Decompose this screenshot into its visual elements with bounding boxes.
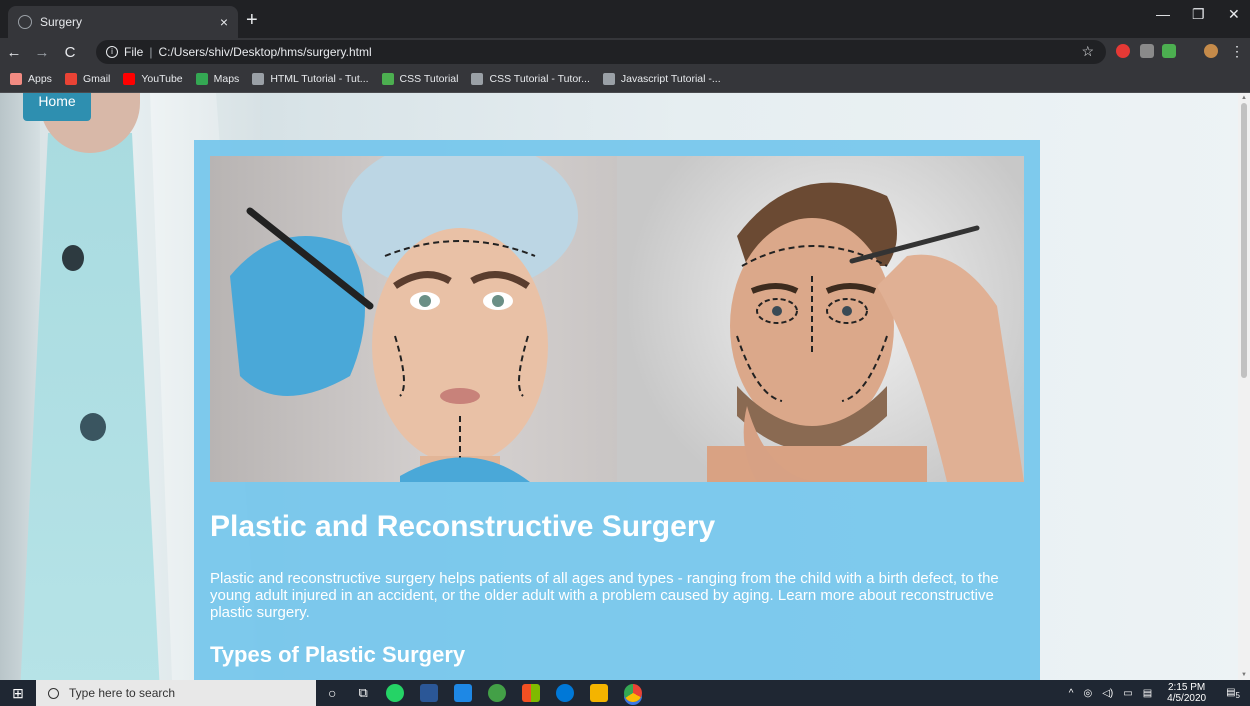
bookmark-item[interactable]: Apps [10, 73, 52, 85]
scrollbar-thumb[interactable] [1241, 103, 1247, 378]
app-icon[interactable] [453, 684, 472, 702]
battery-icon[interactable]: ▭ [1123, 688, 1132, 699]
bookmark-item[interactable]: HTML Tutorial - Tut... [252, 73, 369, 85]
tab-title: Surgery [40, 15, 83, 29]
bookmark-label: Apps [28, 73, 52, 85]
content-card: Plastic and Reconstructive Surgery Plast… [194, 140, 1040, 680]
bookmark-favicon-icon [195, 73, 208, 85]
search-icon [48, 687, 59, 699]
notification-count: 5 [1235, 690, 1240, 700]
store-icon[interactable] [521, 684, 540, 702]
home-link[interactable]: Home [23, 93, 91, 121]
reload-button[interactable]: C [56, 44, 84, 61]
page-viewport: Home Plastic and Reconstructive Surgery … [0, 93, 1250, 680]
extension-icon[interactable] [1140, 44, 1154, 58]
windows-taskbar: ⊞ Type here to search ○ ⧉ ^ ◎ ◁) ▭ ▤ 2:1… [0, 680, 1250, 706]
task-view-icon[interactable]: ⧉ [358, 685, 367, 701]
chrome-icon[interactable] [623, 684, 642, 702]
edge-icon[interactable] [555, 684, 574, 702]
tab-surgery[interactable]: Surgery × [8, 6, 238, 38]
clock[interactable]: 2:15 PM 4/5/2020 [1167, 682, 1206, 704]
intro-paragraph: Plastic and reconstructive surgery helps… [210, 570, 999, 621]
chevron-up-icon[interactable]: ^ [1069, 688, 1074, 699]
hero-photo-woman [210, 156, 617, 482]
bookmark-item[interactable]: Gmail [64, 73, 111, 85]
bookmark-item[interactable]: CSS Tutorial [381, 73, 459, 85]
bookmark-label: YouTube [141, 73, 183, 85]
system-tray: ^ ◎ ◁) ▭ ▤ 2:15 PM 4/5/2020 ▤5 [1064, 680, 1250, 706]
new-tab-button[interactable]: + [246, 8, 258, 32]
browser-tab-strip: Surgery × + — ❐ ✕ [0, 0, 1250, 38]
bookmark-label: HTML Tutorial - Tut... [270, 73, 369, 85]
bookmark-item[interactable]: Maps [195, 73, 240, 85]
maximize-button[interactable]: ❐ [1192, 6, 1205, 23]
hero-photo-man [617, 156, 1024, 482]
dev-app-icon[interactable] [419, 684, 438, 702]
address-separator: | [149, 45, 153, 59]
whatsapp-icon[interactable] [385, 684, 404, 702]
scroll-down-icon[interactable]: ▼ [1241, 672, 1247, 678]
bookmark-label: Maps [213, 73, 240, 85]
search-placeholder: Type here to search [69, 686, 176, 700]
globe-app-icon[interactable] [487, 684, 506, 702]
section-heading: Types of Plastic Surgery [210, 642, 466, 667]
address-url: C:/Users/shiv/Desktop/hms/surgery.html [158, 45, 372, 59]
scroll-up-icon[interactable]: ▲ [1241, 95, 1247, 101]
network-icon[interactable]: ◎ [1083, 688, 1092, 699]
extension-icon[interactable] [1116, 44, 1130, 58]
bookmark-favicon-icon [381, 73, 394, 85]
bookmark-label: Gmail [82, 73, 111, 85]
browser-toolbar: ← → C i File | C:/Users/shiv/Desktop/hms… [0, 38, 1250, 66]
bookmark-star-icon[interactable]: ☆ [1081, 43, 1094, 60]
windows-start-icon[interactable]: ⊞ [0, 685, 36, 702]
keyboard-icon[interactable]: ▤ [1143, 688, 1152, 699]
bookmark-favicon-icon [123, 73, 136, 85]
forward-button[interactable]: → [28, 44, 56, 61]
vertical-scrollbar[interactable]: ▲ ▼ [1238, 93, 1250, 680]
file-explorer-icon[interactable] [589, 684, 608, 702]
bookmark-item[interactable]: Javascript Tutorial -... [602, 73, 721, 85]
hero-image [210, 156, 1024, 482]
bookmark-favicon-icon [252, 73, 265, 85]
menu-kebab-icon[interactable]: ⋮ [1230, 44, 1244, 58]
bookmark-favicon-icon [64, 73, 77, 85]
bookmark-label: Javascript Tutorial -... [620, 73, 721, 85]
bookmark-label: CSS Tutorial - Tutor... [489, 73, 590, 85]
bookmark-item[interactable]: CSS Tutorial - Tutor... [471, 73, 590, 85]
volume-icon[interactable]: ◁) [1102, 688, 1113, 699]
clock-time: 2:15 PM [1168, 682, 1206, 693]
bookmark-favicon-icon [471, 73, 484, 85]
minimize-button[interactable]: — [1156, 6, 1170, 22]
bookmark-item[interactable]: YouTube [123, 73, 183, 85]
bookmark-favicon-icon [602, 73, 615, 85]
extension-icon[interactable] [1162, 44, 1176, 58]
bookmarks-bar: Apps Gmail YouTube Maps HTML Tutorial - Tut.… [0, 66, 1250, 93]
back-button[interactable]: ← [0, 44, 28, 61]
clock-date: 4/5/2020 [1167, 693, 1207, 704]
bookmark-favicon-icon [10, 73, 22, 85]
info-icon[interactable]: i [106, 46, 118, 58]
bookmark-label: CSS Tutorial [399, 73, 459, 85]
page-title: Plastic and Reconstructive Surgery [210, 510, 716, 543]
globe-icon [18, 15, 32, 29]
cortana-icon[interactable]: ○ [328, 685, 336, 701]
close-window-button[interactable]: ✕ [1228, 6, 1240, 23]
address-bar[interactable]: i File | C:/Users/shiv/Desktop/hms/surge… [96, 40, 1106, 64]
close-tab-button[interactable]: × [220, 14, 228, 30]
profile-avatar[interactable] [1204, 44, 1218, 58]
address-prefix: File [124, 45, 144, 59]
notifications-icon[interactable]: ▤5 [1226, 687, 1240, 700]
taskbar-search-input[interactable]: Type here to search [36, 680, 316, 706]
